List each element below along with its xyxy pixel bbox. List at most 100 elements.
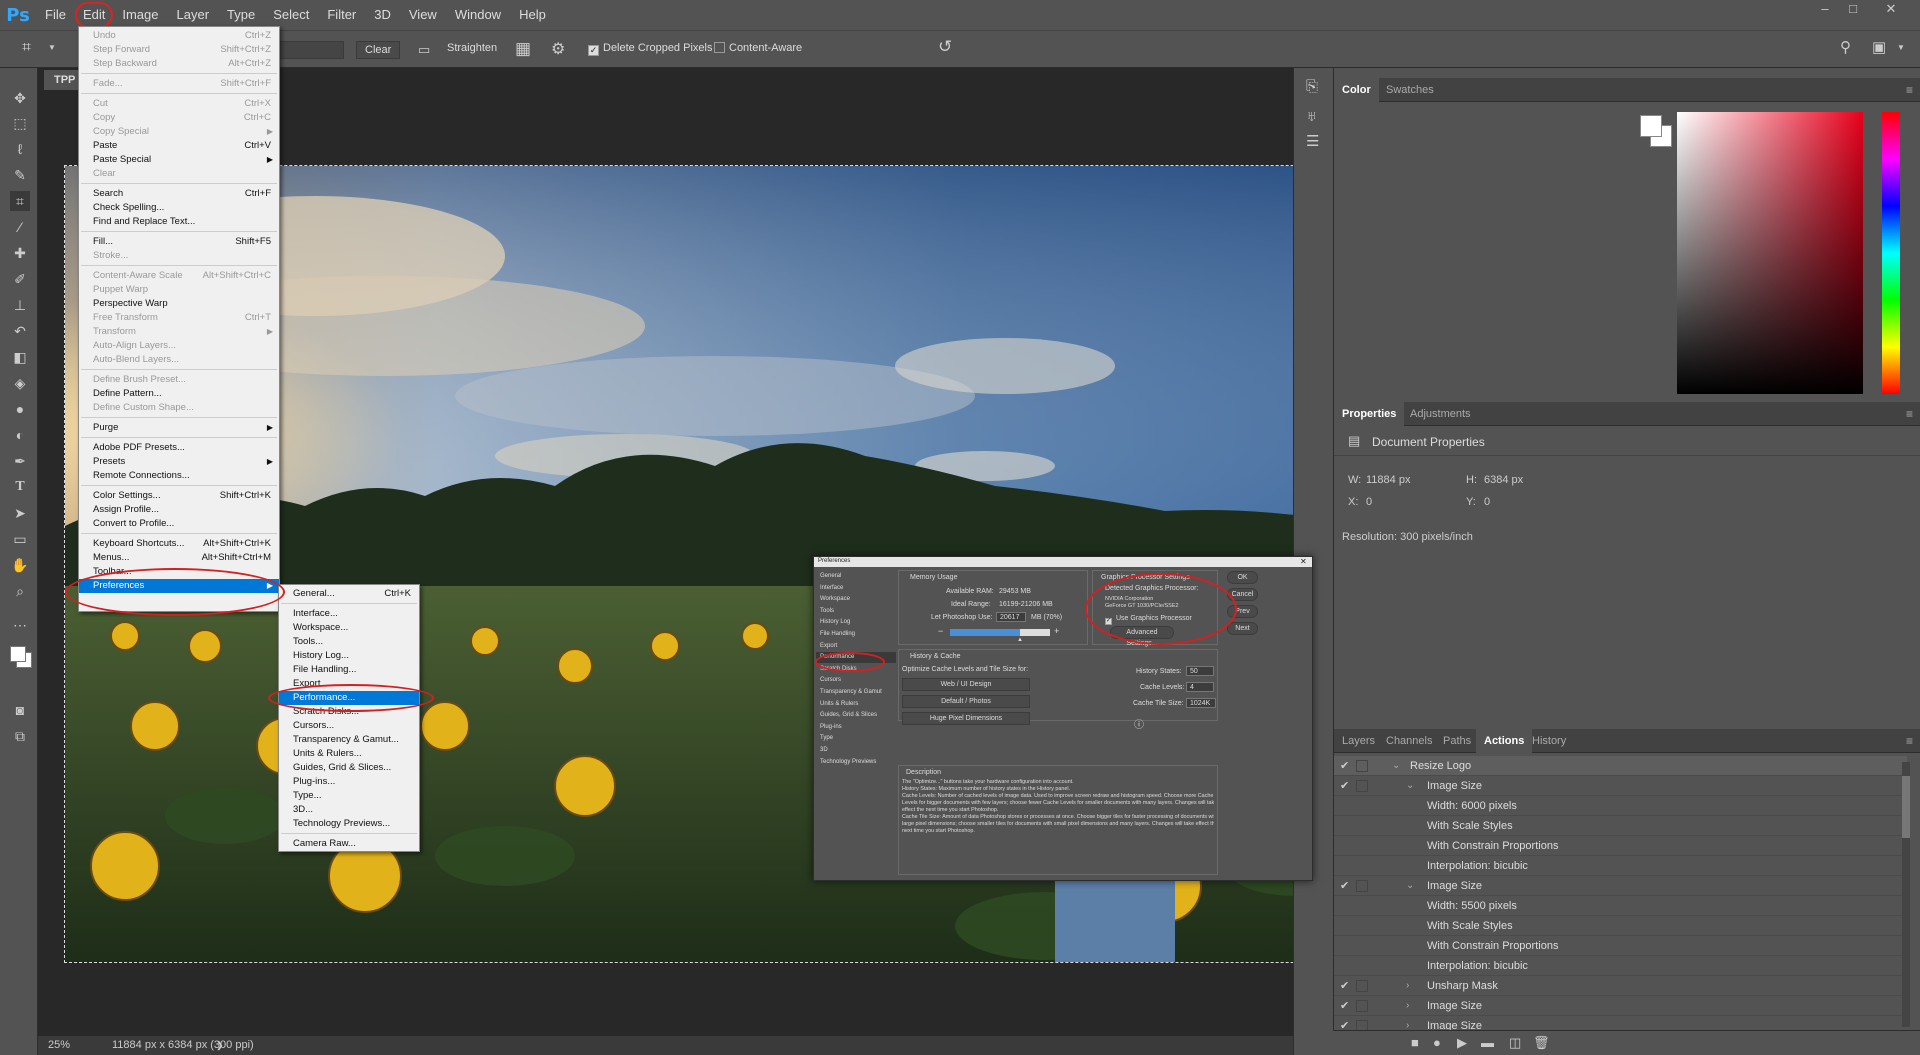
foreground-color-swatch[interactable] — [10, 646, 26, 662]
next-button[interactable]: Next — [1227, 622, 1258, 635]
zoom-tool-icon[interactable]: ⌕ — [10, 581, 30, 601]
pref-nav-export[interactable]: Export — [816, 641, 896, 652]
new-action-icon[interactable]: ◫ — [1509, 1035, 1521, 1051]
pref-nav-cursors[interactable]: Cursors — [816, 675, 896, 686]
lasso-tool-icon[interactable]: ℓ — [10, 139, 30, 159]
tab-channels[interactable]: Channels — [1378, 729, 1440, 753]
memory-minus-icon[interactable]: − — [938, 626, 943, 636]
quick-mask-icon[interactable]: ◙ — [10, 700, 30, 720]
workspace-icon[interactable]: ▣ — [1872, 38, 1886, 56]
adjustments-icon[interactable]: ♅ — [1306, 108, 1317, 125]
action-row[interactable]: Width: 5500 pixels — [1334, 896, 1907, 916]
menu-help[interactable]: Help — [510, 0, 555, 30]
check-icon[interactable]: ✔ — [1340, 876, 1349, 896]
action-row[interactable]: With Constrain Proportions — [1334, 836, 1907, 856]
action-row[interactable]: Interpolation: bicubic — [1334, 856, 1907, 876]
action-row[interactable]: With Constrain Proportions — [1334, 936, 1907, 956]
rectangle-tool-icon[interactable]: ▭ — [10, 529, 30, 549]
type-tool-icon[interactable]: T — [10, 477, 30, 497]
memory-plus-icon[interactable]: + — [1054, 626, 1059, 636]
straighten-icon[interactable]: ▭ — [418, 42, 430, 58]
crop-tool-icon[interactable]: ⌗ — [10, 191, 30, 211]
dialog-toggle-box[interactable] — [1356, 760, 1368, 772]
pref-item-3d[interactable]: 3D... — [279, 803, 419, 817]
pref-nav-interface[interactable]: Interface — [816, 583, 896, 594]
quick-select-tool-icon[interactable]: ✎ — [10, 165, 30, 185]
gear-icon[interactable]: ⚙ — [551, 39, 565, 59]
straighten-label[interactable]: Straighten — [447, 42, 497, 54]
grid-overlay-icon[interactable]: ▦ — [515, 39, 531, 59]
menu-item-undo[interactable]: Undo Ctrl+Z — [79, 29, 279, 43]
pref-item-cursors[interactable]: Cursors... — [279, 719, 419, 733]
dialog-close-icon[interactable]: ✕ — [1300, 557, 1307, 566]
dialog-toggle-box[interactable] — [1356, 880, 1368, 892]
screen-mode-icon[interactable]: ⧉ — [10, 726, 30, 746]
action-row[interactable]: ✔ › Image Size — [1334, 996, 1907, 1016]
menu-item-menus[interactable]: Menus... Alt+Shift+Ctrl+M — [79, 551, 279, 565]
menu-item-auto-blend-layers[interactable]: Auto-Blend Layers... — [79, 353, 279, 367]
trash-icon[interactable]: 🗑 — [1533, 1035, 1550, 1051]
chevron-down-icon[interactable]: ▼ — [48, 43, 56, 52]
close-window-button[interactable]: ✕ — [1876, 0, 1906, 18]
dialog-toggle-box[interactable] — [1356, 980, 1368, 992]
pref-nav-3d[interactable]: 3D — [816, 745, 896, 756]
blur-tool-icon[interactable]: ● — [10, 399, 30, 419]
pref-nav-technology-previews[interactable]: Technology Previews — [816, 757, 896, 768]
pref-item-workspace[interactable]: Workspace... — [279, 621, 419, 635]
menu-item-copy[interactable]: Copy Ctrl+C — [79, 111, 279, 125]
chevron-right-icon[interactable]: › — [1406, 976, 1409, 996]
height-value[interactable]: 6384 px — [1484, 474, 1523, 486]
status-chevron-icon[interactable]: ❯ — [216, 1036, 224, 1055]
pref-item-transparency-gamut[interactable]: Transparency & Gamut... — [279, 733, 419, 747]
menu-item-purge[interactable]: Purge ▶ — [79, 421, 279, 435]
pref-nav-general[interactable]: General — [816, 571, 896, 582]
actions-scrollbar-thumb[interactable] — [1902, 776, 1910, 838]
action-row[interactable]: With Scale Styles — [1334, 816, 1907, 836]
history-states-input[interactable]: 50 — [1186, 666, 1214, 676]
chevron-down-icon[interactable]: ⌄ — [1392, 756, 1400, 776]
width-value[interactable]: 11884 px — [1366, 474, 1410, 486]
chevron-down-icon[interactable]: ⌄ — [1406, 876, 1414, 896]
tab-history[interactable]: History — [1524, 729, 1574, 753]
pref-item-camera-raw[interactable]: Camera Raw... — [279, 837, 419, 851]
delete-cropped-checkbox[interactable]: ✓ Delete Cropped Pixels — [588, 42, 712, 56]
pref-item-history-log[interactable]: History Log... — [279, 649, 419, 663]
menu-item-step-forward[interactable]: Step Forward Shift+Ctrl+Z — [79, 43, 279, 57]
menu-item-find-and-replace-text[interactable]: Find and Replace Text... — [79, 215, 279, 229]
tile-size-select[interactable]: 1024K — [1186, 698, 1216, 708]
check-icon[interactable]: ✔ — [1340, 996, 1349, 1016]
panel-foreground-swatch[interactable] — [1640, 115, 1662, 137]
history-brush-icon[interactable]: ↶ — [10, 321, 30, 341]
libraries-icon[interactable]: ⎘ — [1306, 78, 1318, 95]
hue-slider[interactable] — [1882, 112, 1900, 394]
pref-nav-file-handling[interactable]: File Handling — [816, 629, 896, 640]
tab-adjustments[interactable]: Adjustments — [1402, 402, 1479, 426]
pref-item-plug-ins[interactable]: Plug-ins... — [279, 775, 419, 789]
check-icon[interactable]: ✔ — [1340, 976, 1349, 996]
pref-nav-units-rulers[interactable]: Units & Rulers — [816, 699, 896, 710]
menu-item-paste-special[interactable]: Paste Special ▶ — [79, 153, 279, 167]
tab-color[interactable]: Color — [1334, 78, 1379, 102]
ok-button[interactable]: OK — [1227, 571, 1258, 584]
reset-icon[interactable]: ↺ — [938, 37, 952, 57]
pref-nav-guides-grid-slices[interactable]: Guides, Grid & Slices — [816, 710, 896, 721]
memory-slider-thumb[interactable]: ▲ — [1017, 637, 1023, 643]
menu-item-fill[interactable]: Fill... Shift+F5 — [79, 235, 279, 249]
maximize-button[interactable]: □ — [1838, 0, 1868, 18]
menu-item-assign-profile[interactable]: Assign Profile... — [79, 503, 279, 517]
workspace-chevron-icon[interactable]: ▼ — [1897, 43, 1905, 52]
tab-properties[interactable]: Properties — [1334, 402, 1405, 426]
check-icon[interactable]: ✔ — [1340, 776, 1349, 796]
crop-tool-icon[interactable]: ⌗ — [22, 39, 31, 57]
huge-pixel-button[interactable]: Huge Pixel Dimensions — [902, 712, 1030, 725]
action-row[interactable]: ✔ › Unsharp Mask — [1334, 976, 1907, 996]
clone-stamp-icon[interactable]: ⊥ — [10, 295, 30, 315]
search-icon[interactable]: ⚲ — [1840, 38, 1851, 56]
sliders-icon[interactable]: ☰ — [1306, 132, 1319, 150]
menu-item-presets[interactable]: Presets ▶ — [79, 455, 279, 469]
dodge-tool-icon[interactable]: ◐ — [10, 425, 30, 445]
pref-item-guides-grid-slices[interactable]: Guides, Grid & Slices... — [279, 761, 419, 775]
menu-view[interactable]: View — [400, 0, 446, 30]
menu-item-paste[interactable]: Paste Ctrl+V — [79, 139, 279, 153]
menu-item-define-custom-shape[interactable]: Define Custom Shape... — [79, 401, 279, 415]
